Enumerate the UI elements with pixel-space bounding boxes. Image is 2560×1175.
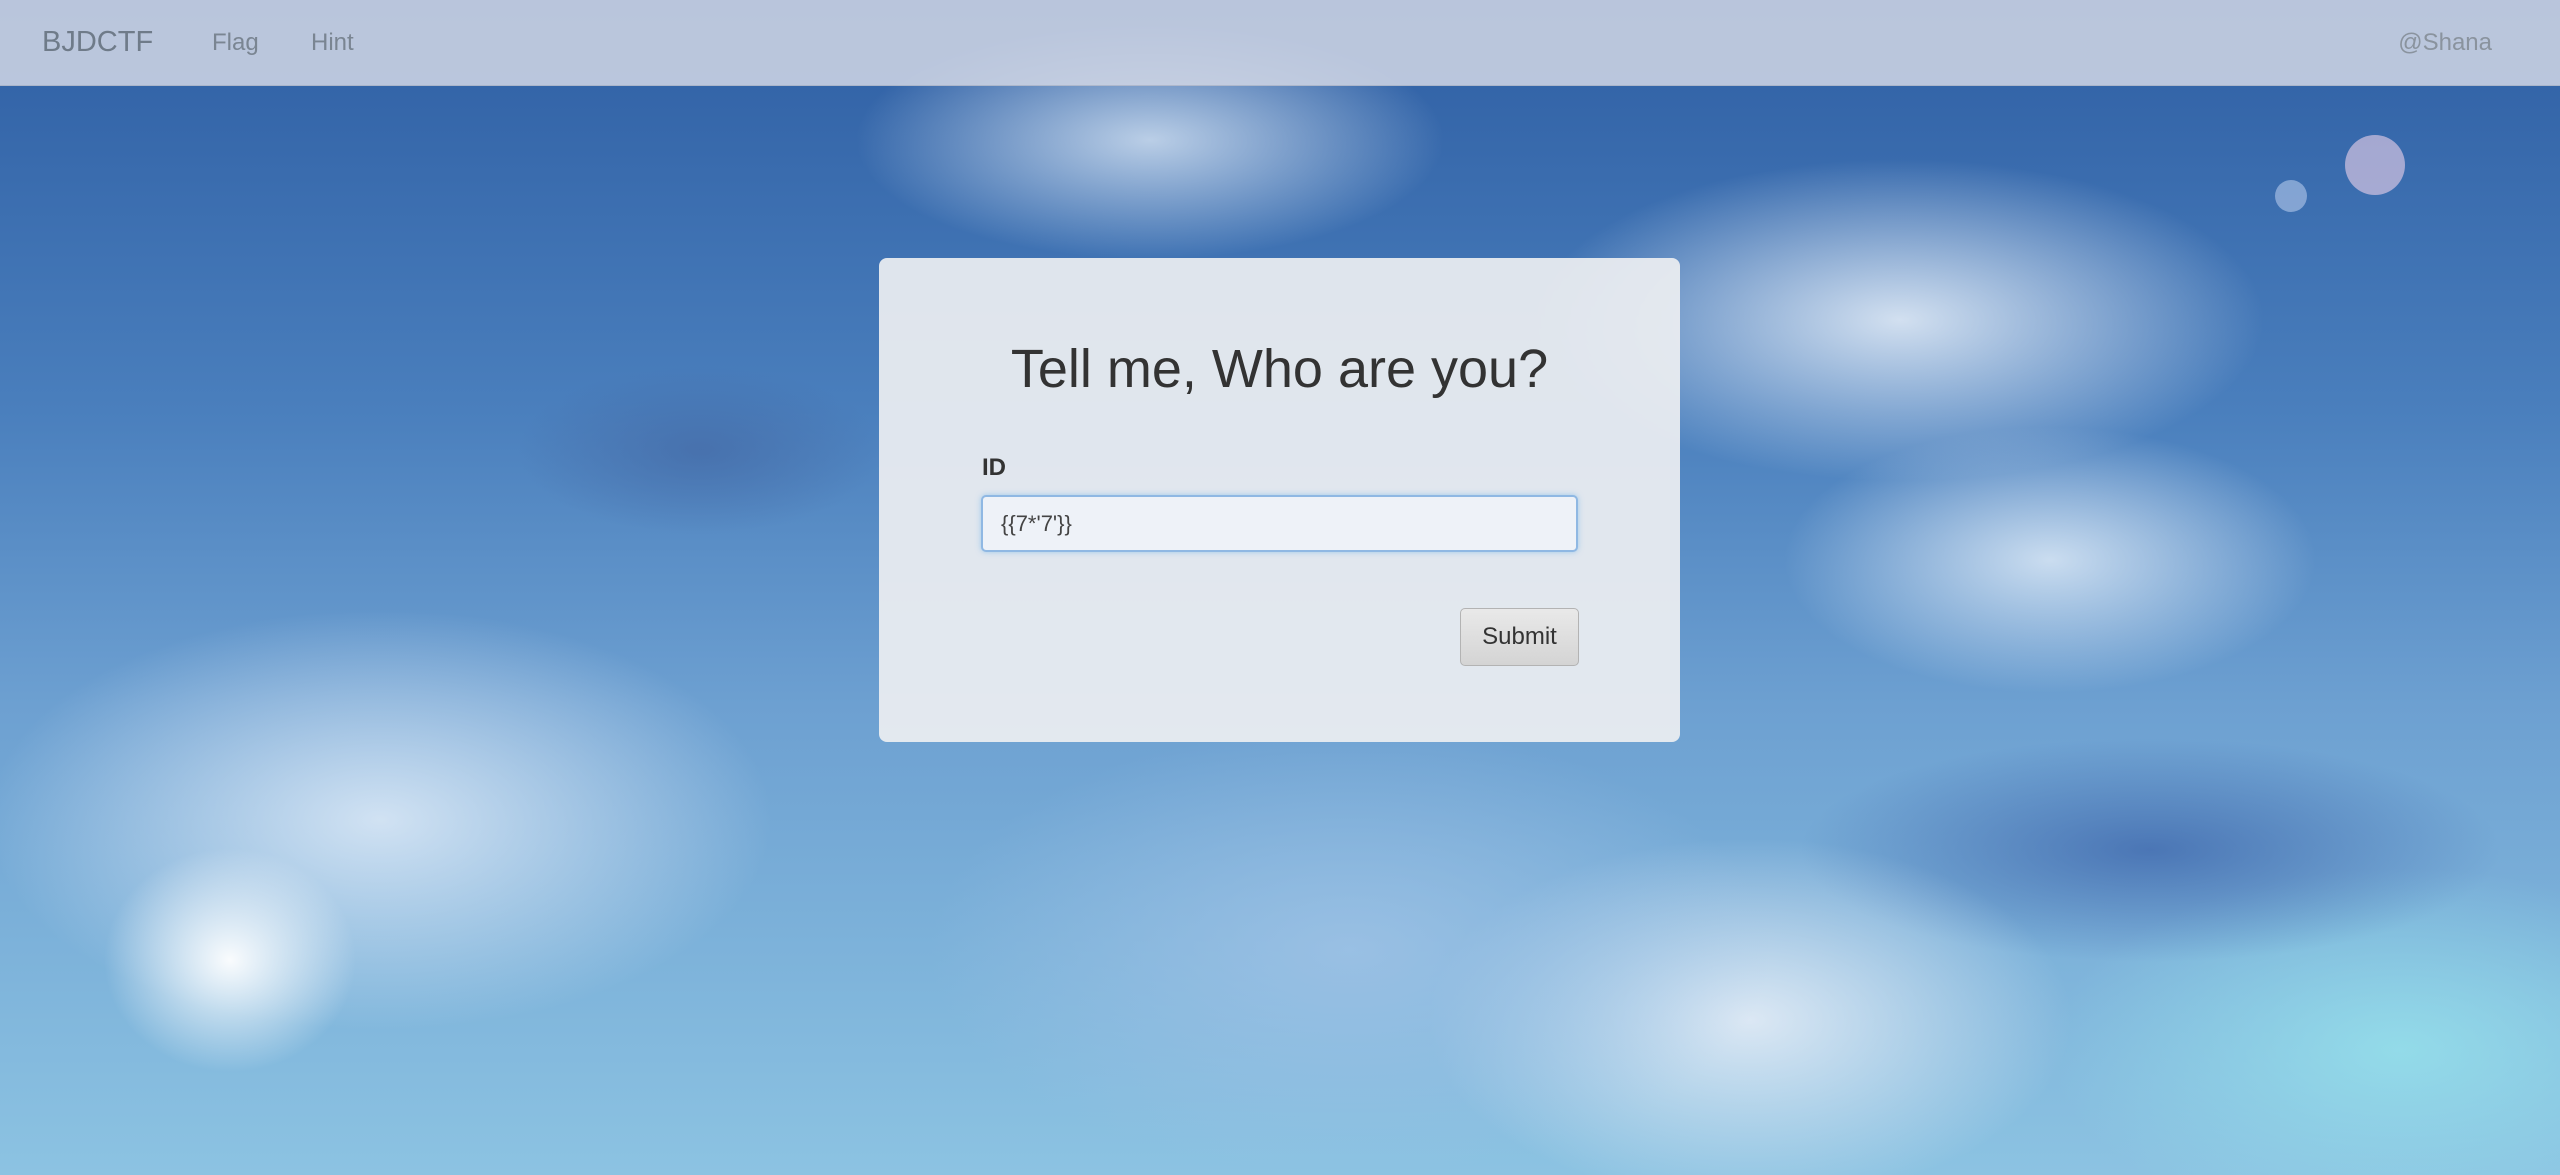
nav-link-flag[interactable]: Flag xyxy=(212,29,259,57)
user-handle[interactable]: @Shana xyxy=(2398,29,2492,57)
top-navbar: BJDCTF Flag Hint @Shana xyxy=(0,0,2560,86)
nav-link-hint[interactable]: Hint xyxy=(311,29,354,57)
card-title: Tell me, Who are you? xyxy=(1010,339,1549,399)
id-input[interactable] xyxy=(981,495,1578,552)
id-label: ID xyxy=(982,454,1006,481)
lens-flare-decoration xyxy=(2345,135,2405,195)
submit-button[interactable]: Submit xyxy=(1460,608,1579,666)
brand-logo[interactable]: BJDCTF xyxy=(42,26,153,59)
login-card: Tell me, Who are you? ID Submit xyxy=(879,258,1680,742)
lens-flare-decoration xyxy=(2275,180,2307,212)
